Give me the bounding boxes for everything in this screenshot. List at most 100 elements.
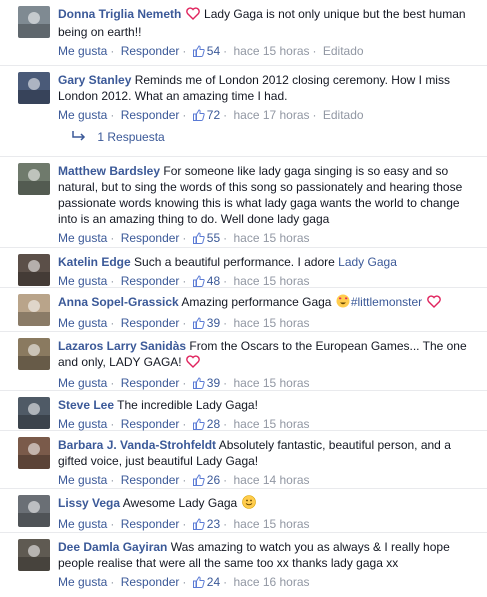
thumbs-up-icon [192,109,205,125]
comment: Lissy Vega Awesome Lady Gaga Me gusta · R… [0,489,487,533]
comment-author[interactable]: Matthew Bardsley [58,164,160,178]
like-button[interactable]: Me gusta [58,274,107,288]
comment-list: Donna Triglia Nemeth Lady Gaga is not on… [0,0,487,593]
like-count[interactable]: 48 [192,274,220,288]
comment-author[interactable]: Barbara J. Vanda-Strohfeldt [58,438,216,452]
thumbs-up-icon [192,45,205,61]
comment-actions: Me gusta · Responder · 39 · hace 15 horas [58,315,479,333]
timestamp[interactable]: hace 15 horas [233,44,309,58]
like-count[interactable]: 24 [192,575,220,592]
like-count[interactable]: 26 [192,473,220,490]
comment-text: Such a beautiful performance. I adore [134,255,339,269]
comment-actions: Me gusta · Responder · 23 · hace 15 horas [58,516,479,534]
reply-button[interactable]: Responder [121,417,180,431]
like-button[interactable]: Me gusta [58,517,107,531]
comment-text: Awesome Lady Gaga [122,496,241,510]
avatar[interactable] [18,6,50,38]
comment-actions: Me gusta · Responder · 54 · hace 15 horas · … [58,43,479,61]
like-count[interactable]: 54 [192,44,220,61]
comment: Katelin Edge Such a beautiful performanc… [0,248,487,288]
like-count[interactable]: 23 [192,517,220,534]
timestamp[interactable]: hace 17 horas [233,108,309,122]
thumbs-up-icon [192,518,205,534]
like-count[interactable]: 72 [192,108,220,125]
heart-eyes-emoji-icon [336,294,350,312]
comment-author[interactable]: Steve Lee [58,398,114,412]
like-button[interactable]: Me gusta [58,316,107,330]
avatar[interactable] [18,437,50,469]
comment: Donna Triglia Nemeth Lady Gaga is not on… [0,0,487,66]
timestamp[interactable]: hace 15 horas [233,316,309,330]
timestamp[interactable]: hace 15 horas [233,417,309,431]
comment-actions: Me gusta · Responder · 26 · hace 14 horas [58,472,479,490]
like-count[interactable]: 55 [192,231,220,248]
like-button[interactable]: Me gusta [58,108,107,122]
comment-text: Amazing performance Gaga [181,295,335,309]
mention-link[interactable]: Lady Gaga [338,255,397,269]
comment-author[interactable]: Dee Damla Gayiran [58,540,167,554]
timestamp[interactable]: hace 15 horas [233,376,309,390]
like-count[interactable]: 39 [192,376,220,390]
timestamp[interactable]: hace 16 horas [233,575,309,589]
timestamp[interactable]: hace 15 horas [233,274,309,288]
comment-actions: Me gusta · Responder · 72 · hace 17 horas · … [58,107,479,125]
comment-author[interactable]: Lazaros Larry Sanidàs [58,339,186,353]
like-count[interactable]: 39 [192,316,220,333]
comment-author[interactable]: Gary Stanley [58,73,131,87]
view-replies-link[interactable]: 1 Respuesta [0,120,487,157]
like-button[interactable]: Me gusta [58,44,107,58]
edited-label[interactable]: Editado [323,108,364,122]
comment: Matthew Bardsley For someone like lady g… [0,157,487,248]
avatar[interactable] [18,539,50,571]
like-button[interactable]: Me gusta [58,575,107,589]
thumbs-up-icon [192,474,205,490]
heart-icon [185,7,200,24]
edited-label[interactable]: Editado [323,44,364,58]
comment: Lazaros Larry Sanidàs From the Oscars to… [0,332,487,391]
reply-button[interactable]: Responder [121,575,180,589]
reply-button[interactable]: Responder [121,44,180,58]
avatar[interactable] [18,495,50,527]
comment-author[interactable]: Anna Sopel-Grassick [58,295,179,309]
reply-button[interactable]: Responder [121,108,180,122]
thumbs-up-icon [192,232,205,248]
reply-arrow-icon [72,130,86,144]
like-button[interactable]: Me gusta [58,231,107,245]
like-button[interactable]: Me gusta [58,376,107,390]
smile-emoji-icon [241,495,256,513]
timestamp[interactable]: hace 14 horas [233,473,309,487]
like-button[interactable]: Me gusta [58,417,107,431]
heart-icon [426,295,441,312]
avatar[interactable] [18,294,50,326]
reply-count[interactable]: 1 Respuesta [97,130,164,144]
hashtag-link[interactable]: #littlemonster [351,295,422,309]
comment-actions: Me gusta · Responder · 24 · hace 16 horas [58,574,479,592]
reply-button[interactable]: Responder [121,517,180,531]
comment-author[interactable]: Katelin Edge [58,255,131,269]
like-button[interactable]: Me gusta [58,473,107,487]
avatar[interactable] [18,338,50,370]
comment: Barbara J. Vanda-Strohfeldt Absolutely f… [0,431,487,489]
avatar[interactable] [18,163,50,195]
reply-button[interactable]: Responder [121,274,180,288]
timestamp[interactable]: hace 15 horas [233,231,309,245]
comment-author[interactable]: Lissy Vega [58,496,120,510]
avatar[interactable] [18,397,50,429]
comment-author[interactable]: Donna Triglia Nemeth [58,7,181,21]
reply-button[interactable]: Responder [121,316,180,330]
heart-icon [186,355,200,372]
comment-text: The incredible Lady Gaga! [117,398,258,412]
timestamp[interactable]: hace 15 horas [233,517,309,531]
comment: Dee Damla Gayiran Was amazing to watch y… [0,533,487,593]
thumbs-up-icon [192,317,205,333]
reply-button[interactable]: Responder [121,473,180,487]
comment: Gary Stanley Reminds me of London 2012 c… [0,66,487,122]
reply-button[interactable]: Responder [121,231,180,245]
comment: Anna Sopel-Grassick Amazing performance … [0,288,487,332]
reply-button[interactable]: Responder [121,376,180,390]
avatar[interactable] [18,254,50,286]
comment-actions: Me gusta · Responder · 55 · hace 15 horas [58,230,479,248]
like-count[interactable]: 28 [192,417,220,431]
avatar[interactable] [18,72,50,104]
thumbs-up-icon [192,576,205,592]
